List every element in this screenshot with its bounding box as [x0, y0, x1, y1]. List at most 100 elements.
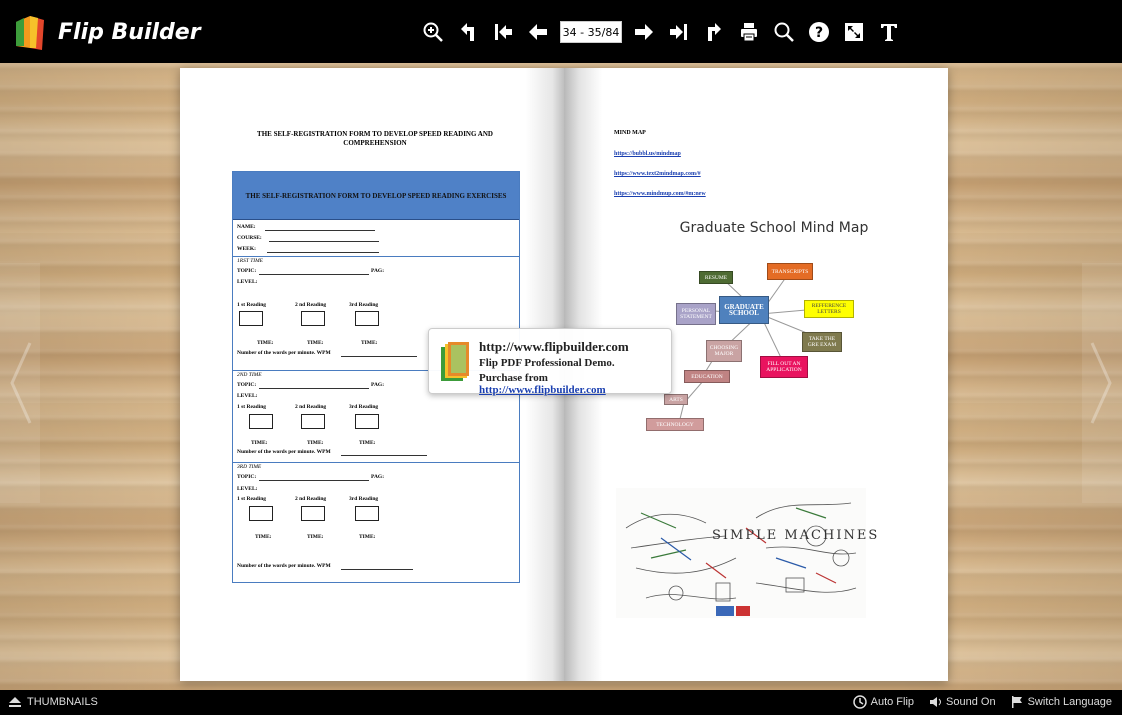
back-icon[interactable] [455, 19, 481, 45]
text-icon[interactable] [876, 19, 902, 45]
reading-2-label: 2 nd Reading [295, 302, 327, 308]
level-label: LEVEL: [237, 279, 258, 285]
reading-box[interactable] [301, 311, 325, 326]
title-line-1: THE SELF-REGISTRATION FORM TO DEVELOP SP… [257, 130, 493, 138]
time-label: TIME: [307, 340, 324, 346]
last-page-icon[interactable] [666, 19, 692, 45]
watermark-line-3: Purchase from http://www.flipbuilder.com [479, 372, 606, 396]
search-icon[interactable] [771, 19, 797, 45]
sound-label: Sound On [946, 696, 996, 708]
time-label: TIME: [255, 534, 272, 540]
logo: Flip Builder [10, 12, 201, 52]
wpm-label: Number of the words per minute. WPM [237, 563, 331, 569]
week-label: WEEK: [237, 246, 256, 252]
time-label: TIME: [251, 440, 268, 446]
second-time-label: 2ND TIME [237, 372, 262, 378]
time-label: TIME: [359, 440, 376, 446]
pag-label: PAG: [371, 268, 385, 274]
topic-label: TOPIC: [237, 382, 257, 388]
topic-label: TOPIC: [237, 268, 257, 274]
time-label: TIME: [307, 534, 324, 540]
level-label: LEVEL: [237, 486, 258, 492]
auto-flip-button[interactable]: Auto Flip [852, 695, 915, 709]
reading-1-label: 1 st Reading [237, 302, 267, 308]
wooden-background: THE SELF-REGISTRATION FORM TO DEVELOP SP… [0, 63, 1122, 690]
print-icon[interactable] [736, 19, 762, 45]
mindmap-node-references: REFFERENCE LETTERS [804, 300, 854, 318]
page-indicator[interactable]: 34 - 35/84 [560, 21, 622, 43]
reading-box[interactable] [355, 506, 379, 521]
mindmap-node-gre-exam: TAKE THE GRE EXAM [802, 332, 842, 352]
page-title: THE SELF-REGISTRATION FORM TO DEVELOP SP… [220, 130, 530, 148]
time-label: TIME: [361, 340, 378, 346]
time-label: TIME: [257, 340, 274, 346]
toolbar-buttons: 34 - 35/84 ? [420, 14, 902, 50]
time-label: TIME: [359, 534, 376, 540]
first-time-label: 1RST TIME [237, 258, 264, 264]
watermark-url: http://www.flipbuilder.com [479, 339, 629, 354]
svg-text:?: ? [815, 25, 823, 41]
next-page-icon[interactable] [631, 19, 657, 45]
bottom-controls: Auto Flip Sound On Switch Language [852, 695, 1112, 709]
mindmap-node-personal-statement: PERSONAL STATEMENT [676, 303, 716, 325]
mindmap-node-application: FILL OUT AN APPLICATION [760, 356, 808, 378]
reading-2-label: 2 nd Reading [295, 496, 327, 502]
first-page-icon[interactable] [490, 19, 516, 45]
reading-box[interactable] [249, 414, 273, 429]
mindmap-node-education: EDUCATION [684, 370, 730, 383]
mindmap-node-center: GRADUATE SCHOOL [719, 296, 769, 324]
prev-page-icon[interactable] [525, 19, 551, 45]
wpm-label: Number of the words per minute. WPM [237, 449, 331, 455]
demo-watermark-popup[interactable]: http://www.flipbuilder.com Flip PDF Prof… [428, 328, 672, 396]
reading-3-label: 3rd Reading [349, 404, 379, 410]
pag-label: PAG: [371, 474, 385, 480]
thumbnails-button[interactable]: THUMBNAILS [8, 696, 98, 708]
name-label: NAME: [237, 224, 256, 230]
eject-icon [9, 697, 21, 707]
speaker-icon [930, 697, 942, 707]
bottom-bar: THUMBNAILS Auto Flip Sound On Switch Lan… [0, 690, 1122, 715]
reading-2-label: 2 nd Reading [295, 404, 327, 410]
course-label: COURSE: [237, 235, 262, 241]
simple-machines-sketch-image [616, 488, 866, 618]
topic-label: TOPIC: [237, 474, 257, 480]
reading-box[interactable] [301, 506, 325, 521]
mindmap-node-resume: RESUME [699, 271, 733, 284]
sound-button[interactable]: Sound On [928, 695, 996, 709]
reading-box[interactable] [239, 311, 263, 326]
pag-label: PAG: [371, 382, 385, 388]
share-icon[interactable] [701, 19, 727, 45]
purchase-link[interactable]: http://www.flipbuilder.com [479, 384, 606, 396]
switch-language-label: Switch Language [1027, 696, 1112, 708]
thumbnails-label: THUMBNAILS [27, 696, 98, 708]
reading-box[interactable] [301, 414, 325, 429]
auto-flip-label: Auto Flip [870, 696, 915, 708]
reading-box[interactable] [249, 506, 273, 521]
form-header: THE SELF-REGISTRATION FORM TO DEVELOP SP… [233, 172, 519, 220]
reading-3-label: 3rd Reading [349, 496, 379, 502]
book-logo-icon [10, 12, 50, 52]
reading-1-label: 1 st Reading [237, 496, 267, 502]
flag-icon [1011, 696, 1022, 708]
reading-1-label: 1 st Reading [237, 404, 267, 410]
top-toolbar: Flip Builder 34 - 35/84 ? [0, 0, 1122, 63]
title-line-2: COMPREHENSION [343, 139, 407, 147]
sketch-label: SIMPLE MACHINES [712, 528, 880, 543]
third-time-label: 3RD TIME [237, 464, 262, 470]
time-label: TIME: [307, 440, 324, 446]
auto-flip-icon [852, 695, 867, 709]
mindmap-node-technology: TECHNOLOGY [646, 418, 704, 431]
level-label: LEVEL: [237, 393, 258, 399]
fullscreen-icon[interactable] [841, 19, 867, 45]
wpm-label: Number of the words per minute. WPM [237, 350, 331, 356]
flip-pdf-logo-icon [439, 341, 471, 383]
reading-3-label: 3rd Reading [349, 302, 379, 308]
previous-page-arrow-icon[interactable] [0, 263, 40, 503]
zoom-in-icon[interactable] [420, 19, 446, 45]
watermark-line-2: Flip PDF Professional Demo. [479, 357, 615, 369]
help-icon[interactable]: ? [806, 19, 832, 45]
next-page-arrow-icon[interactable] [1082, 263, 1122, 503]
switch-language-button[interactable]: Switch Language [1010, 695, 1112, 709]
reading-box[interactable] [355, 414, 379, 429]
reading-box[interactable] [355, 311, 379, 326]
